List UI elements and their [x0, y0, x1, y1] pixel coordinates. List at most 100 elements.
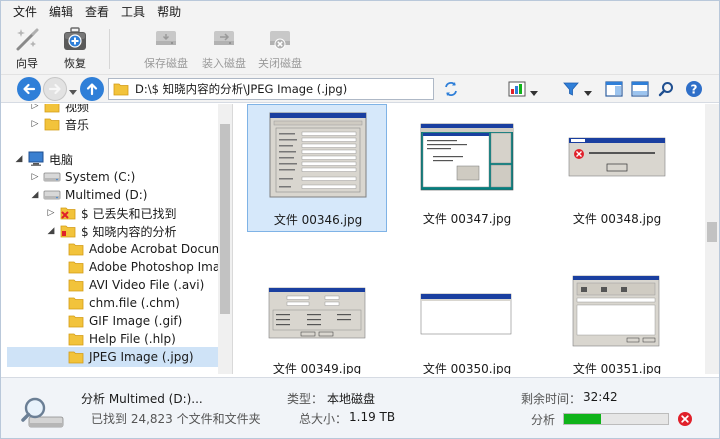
filter-dropdown[interactable]: [584, 86, 592, 100]
file-item[interactable]: 文件 00348.jpg: [547, 104, 687, 232]
tree-item-label: 视频: [65, 104, 90, 114]
tree-item-label: Multimed (D:): [65, 188, 148, 202]
chevron-down-icon: [69, 90, 77, 95]
first-aid-kit-icon: [61, 25, 89, 53]
tree-item-help-file[interactable]: Help File (.hlp): [65, 329, 176, 349]
tree-item-adobe-photoshop[interactable]: Adobe Photoshop Image: [65, 257, 232, 277]
tree-item-jpeg-image[interactable]: JPEG Image (.jpg): [7, 347, 218, 367]
tree-item-chm-file[interactable]: chm.file (.chm): [65, 293, 180, 313]
file-item[interactable]: 文件 00346.jpg: [247, 104, 387, 232]
search-button[interactable]: [656, 79, 676, 99]
chevron-down-icon: [530, 91, 538, 96]
expand-arrow-icon: ▷: [47, 208, 55, 218]
folder-icon: [67, 295, 85, 311]
analysis-status: 分析 Multimed (D:)...: [81, 392, 203, 406]
wizard-button[interactable]: 向导: [7, 25, 47, 73]
tree-item-adobe-acrobat[interactable]: Adobe Acrobat Document: [65, 239, 233, 259]
file-item[interactable]: 文件 00351.jpg: [547, 254, 687, 374]
expand-arrow-icon: ▷: [31, 172, 39, 182]
tree-scrollbar-thumb[interactable]: [220, 124, 230, 314]
details-pane-button[interactable]: [630, 79, 650, 99]
drive-icon: [43, 169, 61, 185]
back-button[interactable]: [17, 77, 41, 101]
folder-icon: [67, 277, 85, 293]
tree-item-music[interactable]: ▷ 音乐: [29, 114, 89, 134]
tree-item-label: chm.file (.chm): [89, 296, 180, 310]
tree-item-computer[interactable]: ◢ 电脑: [13, 149, 73, 169]
tree-scrollbar[interactable]: [218, 104, 232, 374]
tree-item-multimed-d[interactable]: ◢ Multimed (D:): [29, 185, 148, 205]
content-scrollbar[interactable]: [705, 104, 719, 374]
menu-file[interactable]: 文件: [7, 1, 43, 23]
refresh-button[interactable]: [441, 79, 461, 99]
computer-icon: [27, 151, 45, 167]
analysis-progress-bar: [563, 413, 669, 425]
file-item[interactable]: 文件 00350.jpg: [397, 254, 537, 374]
file-thumbnail: [267, 260, 367, 348]
total-size-label: 总大小：: [299, 412, 348, 426]
large-icons-view-icon: [508, 81, 526, 97]
menu-tools[interactable]: 工具: [115, 1, 151, 23]
progress-label: 分析: [531, 413, 556, 427]
close-disk-icon: [266, 25, 294, 53]
tree-item-gif-image[interactable]: GIF Image (.gif): [65, 311, 182, 331]
file-item[interactable]: 文件 00347.jpg: [397, 104, 537, 232]
analysis-folder-icon: [59, 223, 77, 239]
refresh-icon: [445, 82, 457, 96]
type-value: 本地磁盘: [327, 392, 376, 406]
toolbar-separator: [109, 29, 110, 69]
menu-bar: 文件 编辑 查看 工具 帮助: [1, 1, 719, 23]
tree-item-lost-and-found[interactable]: ▷ $ 已丢失和已找到: [45, 203, 177, 223]
file-thumbnail-grid: 文件 00346.jpg 文件 00347.jpg 文件 00348.jpg 文…: [233, 104, 705, 374]
filter-icon: [563, 82, 579, 96]
close-disk-label: 关闭磁盘: [258, 57, 302, 70]
search-icon: [658, 82, 673, 97]
help-button[interactable]: ?: [684, 79, 704, 99]
help-icon: ?: [686, 81, 702, 97]
tree-item-label: System (C:): [65, 170, 136, 184]
address-bar[interactable]: D:\$ 知晓内容的分析\JPEG Image (.jpg): [108, 78, 434, 100]
tree-item-label: JPEG Image (.jpg): [89, 350, 194, 364]
total-size-value: 1.19 TB: [349, 410, 396, 424]
wand-icon: [13, 25, 41, 53]
file-thumbnail: [567, 110, 667, 198]
up-button[interactable]: [80, 77, 104, 101]
lost-folder-icon: [59, 205, 77, 221]
tree-item-avi-video[interactable]: AVI Video File (.avi): [65, 275, 204, 295]
menu-edit[interactable]: 编辑: [43, 1, 79, 23]
status-bar: [1, 377, 719, 438]
folder-icon: [43, 104, 61, 114]
mount-disk-button[interactable]: 装入磁盘: [199, 25, 249, 73]
filter-button[interactable]: [561, 79, 581, 99]
history-dropdown[interactable]: [69, 85, 77, 99]
file-name: 文件 00346.jpg: [273, 213, 363, 227]
save-disk-label: 保存磁盘: [144, 57, 188, 70]
close-disk-button[interactable]: 关闭磁盘: [255, 25, 305, 73]
tree-item-content-aware-analysis[interactable]: ◢ $ 知晓内容的分析: [45, 221, 177, 241]
recover-label: 恢复: [64, 57, 86, 70]
view-mode-button[interactable]: [507, 79, 527, 99]
file-name: 文件 00348.jpg: [572, 212, 662, 226]
type-label: 类型：: [287, 392, 324, 406]
menu-view[interactable]: 查看: [79, 1, 115, 23]
tree-item-label: $ 已丢失和已找到: [81, 206, 177, 221]
folder-icon: [67, 313, 85, 329]
tree-item-system-c[interactable]: ▷ System (C:): [29, 167, 136, 187]
tree-item-label: Adobe Acrobat Document: [89, 242, 233, 256]
collapse-arrow-icon: ◢: [31, 190, 39, 200]
preview-pane-button[interactable]: [604, 79, 624, 99]
menu-help[interactable]: 帮助: [151, 1, 187, 23]
save-disk-button[interactable]: 保存磁盘: [141, 25, 191, 73]
svg-text:?: ?: [691, 83, 698, 97]
file-thumbnail: [268, 111, 368, 199]
content-scrollbar-thumb[interactable]: [707, 222, 717, 242]
view-mode-dropdown[interactable]: [530, 86, 538, 100]
wizard-label: 向导: [16, 57, 38, 70]
tree-item-label: AVI Video File (.avi): [89, 278, 205, 292]
app-window: 文件 编辑 查看 工具 帮助 向导 恢复 保存磁盘 装入磁盘 关闭磁盘 D:\$…: [0, 0, 720, 439]
recover-button[interactable]: 恢复: [55, 25, 95, 73]
stop-analysis-button[interactable]: [677, 411, 693, 430]
folder-icon: [113, 83, 129, 96]
file-item[interactable]: 文件 00349.jpg: [247, 254, 387, 374]
forward-button[interactable]: [43, 77, 67, 101]
